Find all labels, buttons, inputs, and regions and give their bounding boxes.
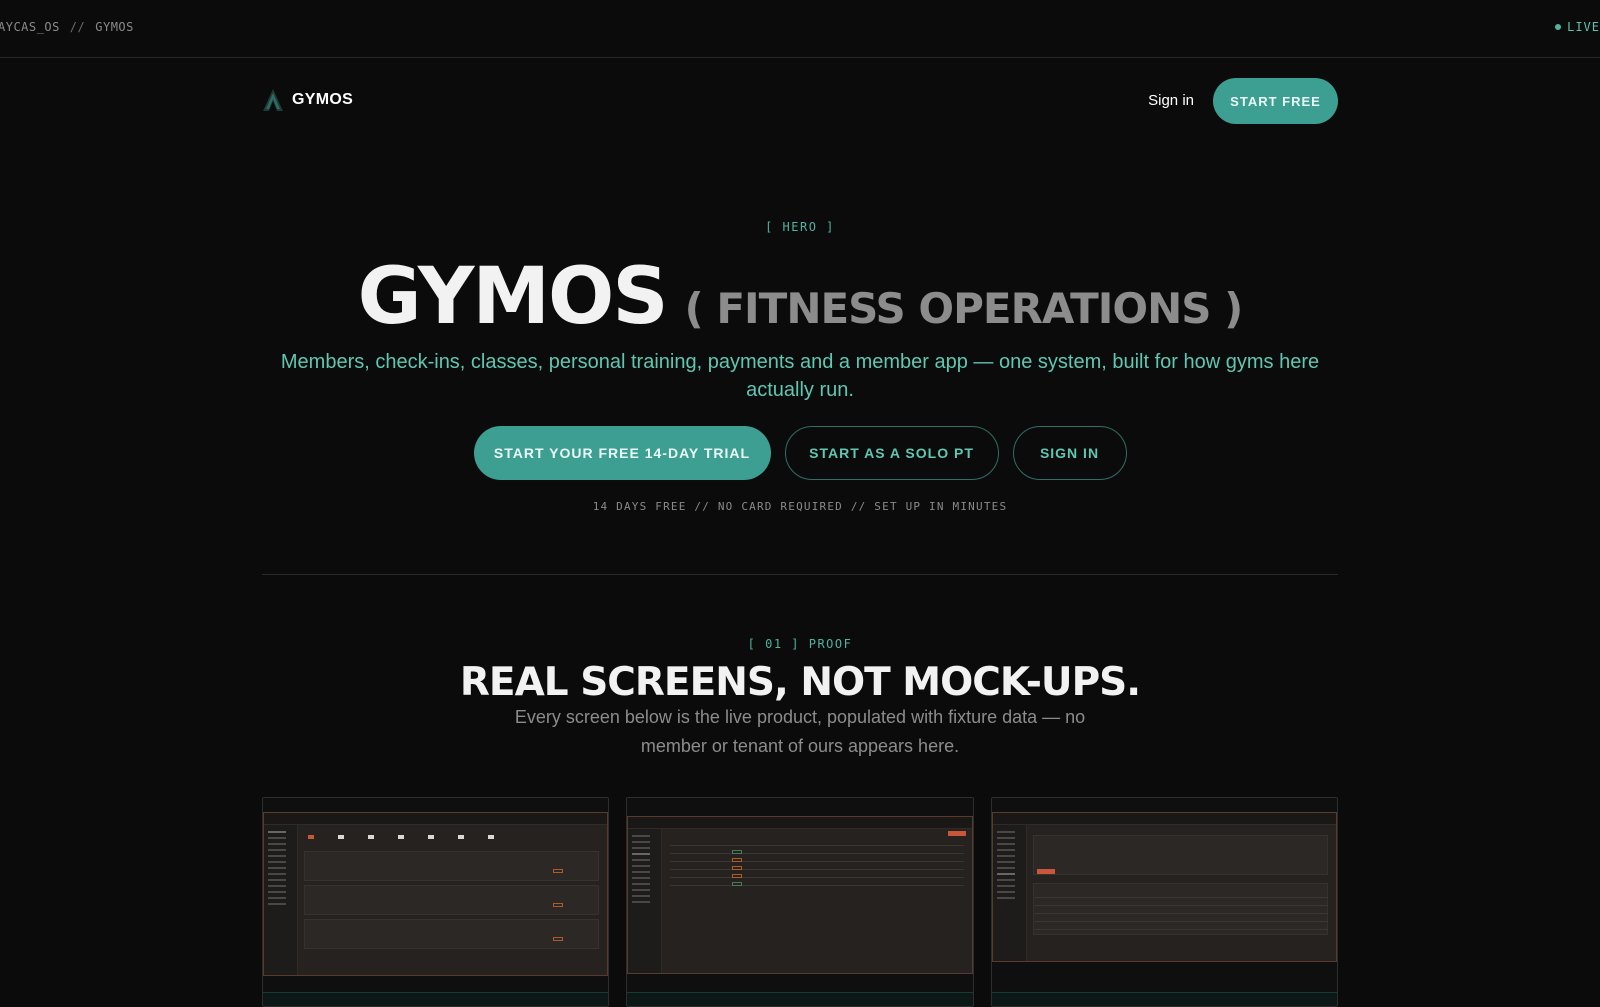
live-dot-icon (1555, 24, 1562, 30)
screenshot-classes[interactable] (990, 797, 1338, 1007)
hero-title-subtitle: ( FITNESS OPERATIONS ) (684, 284, 1244, 333)
hero-title-main: GYMOS (357, 252, 669, 342)
breadcrumb: AYCAS_OS // GYMOS (0, 20, 134, 34)
start-free-button[interactable]: START FREE (1213, 78, 1338, 124)
screenshot-dashboard[interactable] (262, 797, 610, 1007)
classes-preview-image (991, 812, 1337, 962)
brand-logo-link[interactable]: GYMOS (262, 88, 353, 112)
screenshot-members[interactable] (626, 797, 974, 1007)
main-nav: GYMOS Sign in START FREE (262, 78, 1338, 124)
proof-section-tag: [ 01 ] PROOF (747, 637, 853, 651)
section-divider (262, 574, 1338, 575)
breadcrumb-separator: // (69, 20, 86, 34)
live-label: LIVE (1567, 20, 1600, 34)
hero-fine-print: 14 DAYS FREE // NO CARD REQUIRED // SET … (592, 500, 1008, 513)
hero-sign-in-button[interactable]: SIGN IN (1012, 426, 1127, 480)
start-trial-button[interactable]: START YOUR FREE 14-DAY TRIAL (473, 426, 771, 480)
hero-cta-row: START YOUR FREE 14-DAY TRIAL START AS A … (0, 426, 1600, 480)
breadcrumb-os: AYCAS_OS (0, 20, 60, 34)
dashboard-preview-image (263, 812, 609, 976)
members-preview-image (627, 816, 973, 974)
top-status-bar: AYCAS_OS // GYMOS LIVE (0, 0, 1600, 58)
hero-title: GYMOS ( FITNESS OPERATIONS ) (0, 252, 1600, 342)
sign-in-link[interactable]: Sign in (1148, 92, 1194, 109)
hero-description: Members, check-ins, classes, personal tr… (280, 351, 1320, 401)
hero-section-tag: [ HERO ] (765, 220, 835, 234)
start-solo-pt-button[interactable]: START AS A SOLO PT (784, 426, 999, 480)
logo-icon (263, 89, 283, 111)
proof-description: Every screen below is the live product, … (514, 707, 1086, 756)
brand-name: GYMOS (292, 91, 354, 108)
proof-title: REAL SCREENS, NOT MOCK-UPS. (459, 660, 1141, 705)
live-indicator: LIVE (1555, 20, 1600, 34)
breadcrumb-app: GYMOS (95, 20, 134, 34)
product-screenshots (262, 797, 1338, 1007)
